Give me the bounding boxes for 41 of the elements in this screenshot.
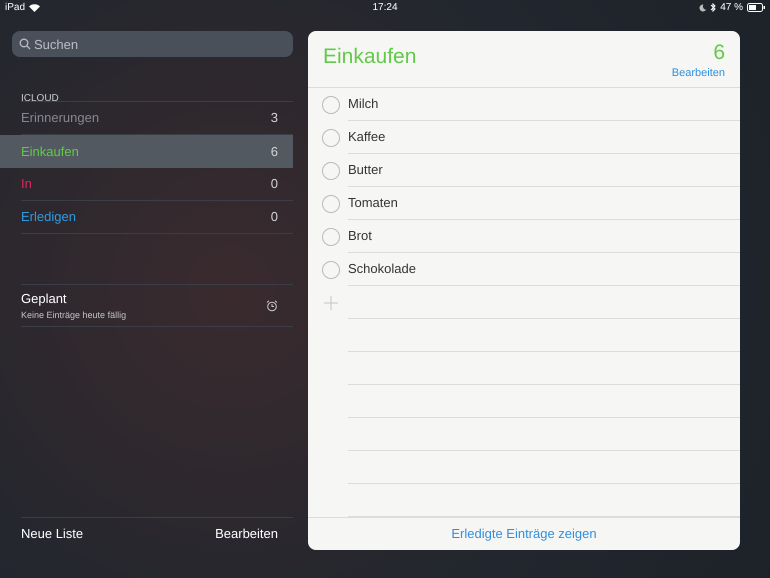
battery-percent: 47 % (720, 1, 743, 15)
section-header: ICLOUD (21, 93, 59, 104)
checkbox[interactable] (322, 228, 340, 246)
list-row[interactable]: In 0 (0, 168, 293, 201)
clock: 17:24 (372, 1, 398, 15)
list-count: 6 (270, 142, 278, 161)
scheduled-title[interactable]: Geplant (21, 289, 266, 308)
checkbox[interactable] (322, 96, 340, 114)
search-icon (19, 38, 31, 50)
list-row[interactable]: Erledigen 0 (0, 201, 293, 234)
list-count: 3 (270, 109, 278, 128)
scheduled-subtitle: Keine Einträge heute fällig (21, 308, 128, 322)
reminder-text: Schokolade (348, 260, 416, 278)
battery-icon (747, 3, 765, 12)
list-count: 0 (270, 208, 278, 226)
moon-icon (699, 4, 706, 12)
item-count: 6 (713, 41, 725, 65)
reminder-text: Milch (348, 95, 378, 114)
list-name: Erledigen (21, 208, 77, 226)
reminder-text: Kaffee (348, 128, 386, 146)
new-list-link[interactable]: Neue Liste (21, 524, 84, 544)
checkbox[interactable] (322, 194, 340, 212)
alarm-clock-icon (266, 300, 278, 312)
list-title: Einkaufen (323, 44, 418, 70)
list-count: 0 (270, 175, 278, 194)
search-field[interactable]: Suchen (12, 31, 293, 57)
reminder-text: Butter (348, 161, 383, 180)
bluetooth-icon (710, 3, 716, 12)
checkbox[interactable] (322, 162, 340, 180)
edit-link[interactable]: Bearbeiten (215, 524, 278, 544)
list-row[interactable]: Einkaufen 6 (0, 135, 293, 168)
list-name: In (21, 175, 33, 194)
checkbox[interactable] (322, 260, 340, 278)
reminder-text: Brot (348, 227, 372, 246)
wifi-icon (29, 4, 40, 12)
list-name: Erinnerungen (21, 109, 100, 128)
reminder-text: Tomaten (348, 194, 398, 212)
add-icon[interactable] (324, 296, 338, 310)
checkbox[interactable] (322, 128, 340, 146)
device-name: iPad (5, 1, 26, 15)
list-name: Einkaufen (21, 142, 80, 161)
